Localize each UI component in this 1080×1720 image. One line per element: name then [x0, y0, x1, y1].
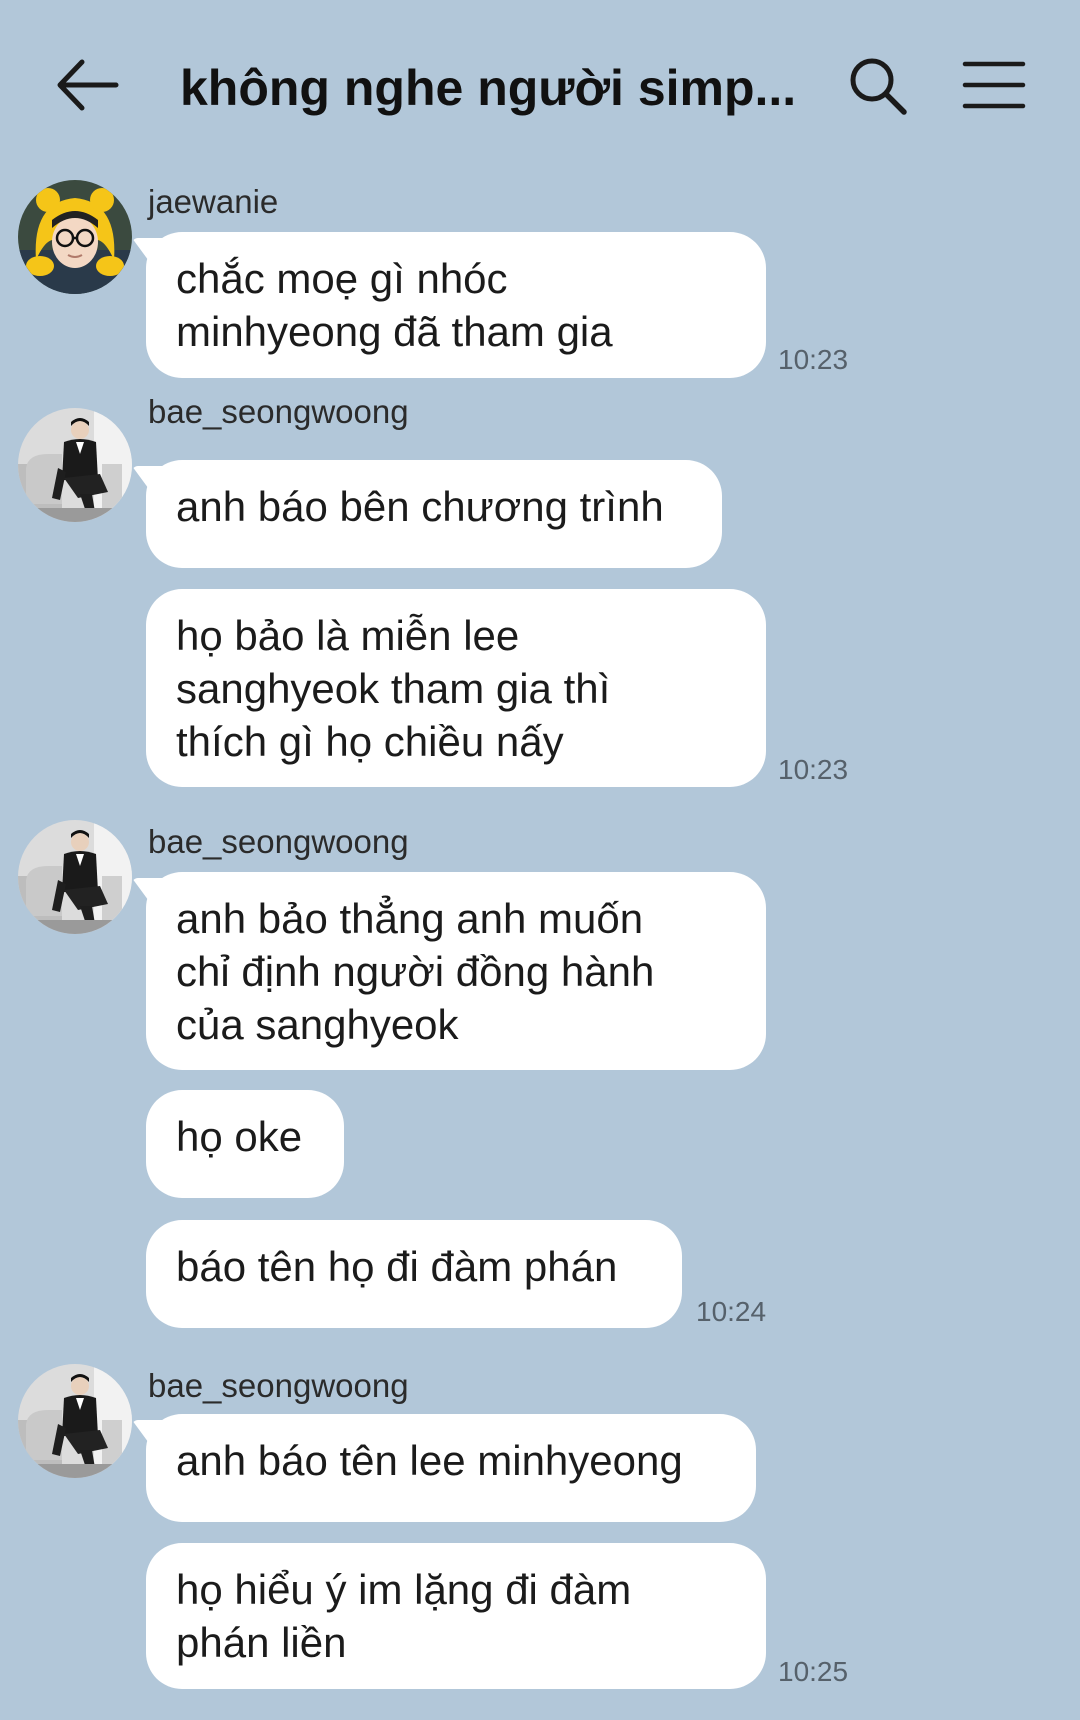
- avatar-image: [18, 820, 132, 934]
- message-bubble[interactable]: anh báo tên lee minhyeong: [146, 1414, 756, 1522]
- message-bubble[interactable]: báo tên họ đi đàm phán: [146, 1220, 682, 1328]
- back-button[interactable]: [52, 52, 122, 118]
- avatar-image: [18, 180, 132, 294]
- chat-screen: không nghe người simp... jaewanie chắc m…: [0, 0, 1080, 1720]
- sender-name: bae_seongwoong: [148, 1367, 409, 1404]
- chat-header: không nghe người simp...: [0, 0, 1080, 170]
- sender-name: bae_seongwoong: [148, 393, 409, 430]
- message-time: 10:24: [696, 1296, 767, 1327]
- message-bubble[interactable]: anh báo bên chương trình: [146, 460, 722, 568]
- message-time: 10:23: [778, 344, 849, 375]
- message-bubble[interactable]: anh bảo thẳng anh muốn chỉ định người đồ…: [146, 872, 766, 1070]
- avatar-bae-seongwoong[interactable]: [18, 408, 132, 522]
- message-bubble[interactable]: họ bảo là miễn lee sanghyeok tham gia th…: [146, 589, 766, 787]
- avatar-image: [18, 408, 132, 522]
- avatar-image: [18, 1364, 132, 1478]
- avatar-bae-seongwoong[interactable]: [18, 1364, 132, 1478]
- message-time: 10:23: [778, 754, 849, 785]
- menu-button[interactable]: [962, 58, 1026, 112]
- message-bubble[interactable]: chắc moẹ gì nhóc minhyeong đã tham gia: [146, 232, 766, 378]
- message-bubble[interactable]: họ hiểu ý im lặng đi đàm phán liền: [146, 1543, 766, 1689]
- avatar-jaewanie[interactable]: [18, 180, 132, 294]
- search-icon: [850, 58, 907, 115]
- hamburger-menu-icon: [962, 61, 1026, 109]
- message-bubble[interactable]: họ oke: [146, 1090, 344, 1198]
- chat-title[interactable]: không nghe người simp...: [180, 48, 800, 128]
- message-time: 10:25: [778, 1656, 849, 1687]
- sender-name: jaewanie: [148, 183, 279, 220]
- sender-name: bae_seongwoong: [148, 823, 409, 860]
- arrow-left-icon: [57, 59, 119, 111]
- search-button[interactable]: [846, 54, 910, 118]
- avatar-bae-seongwoong[interactable]: [18, 820, 132, 934]
